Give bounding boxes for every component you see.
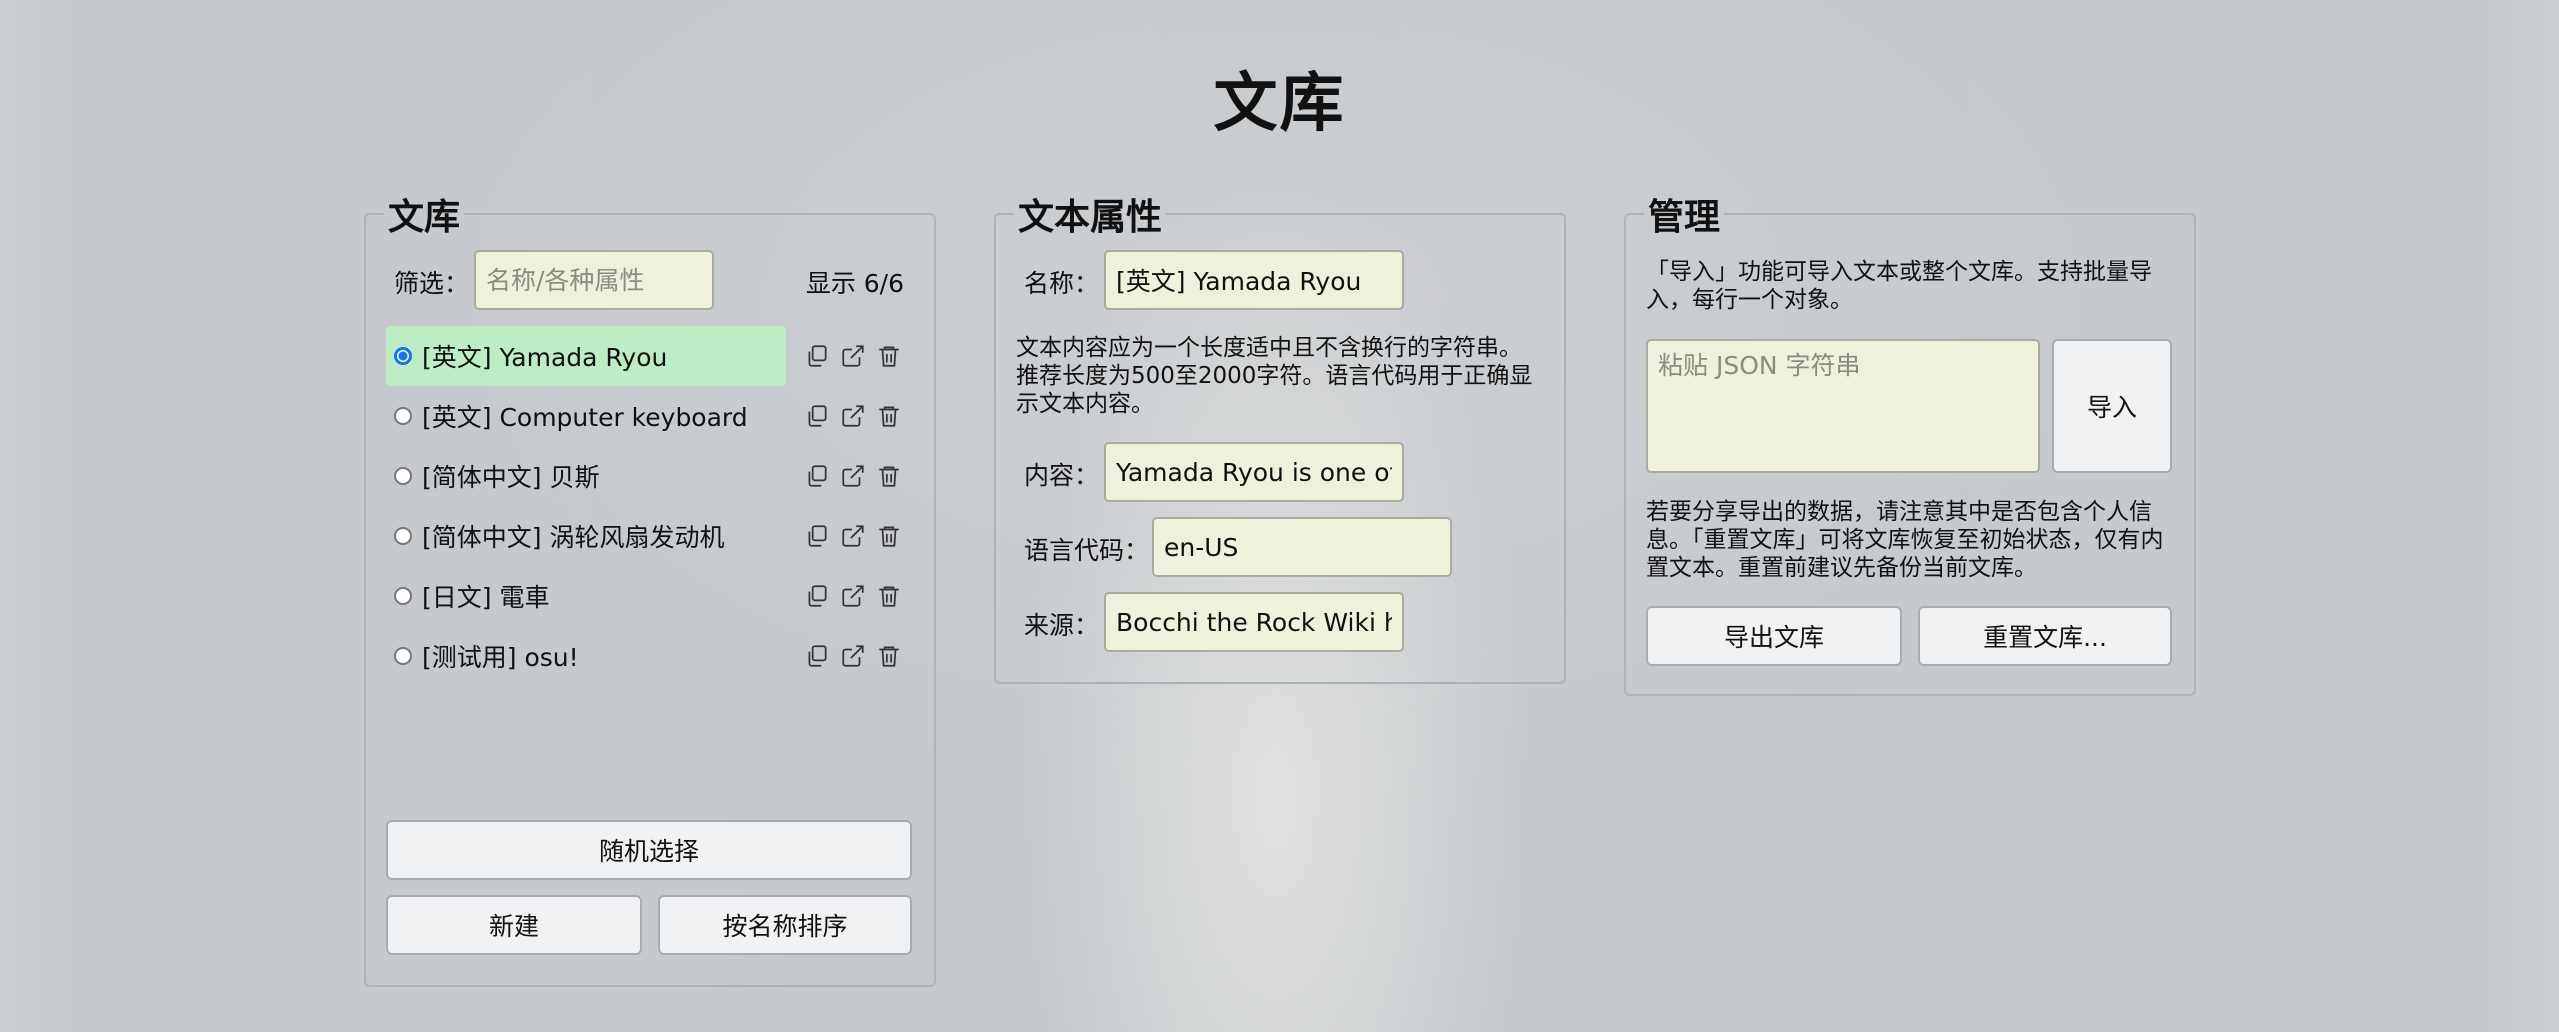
item-label: [简体中文] 贝斯 (422, 463, 600, 492)
item-actions (804, 626, 902, 686)
filter-label: 筛选： (394, 269, 470, 298)
item-label: [英文] Yamada Ryou (422, 343, 668, 372)
item-actions (804, 566, 902, 626)
copy-icon[interactable] (804, 583, 830, 609)
item-radio[interactable] (394, 347, 412, 365)
external-link-icon[interactable] (840, 643, 866, 669)
item-radio[interactable] (394, 467, 412, 485)
list-item[interactable]: [英文] Yamada Ryou (386, 326, 786, 386)
item-actions (804, 446, 902, 506)
trash-icon[interactable] (876, 343, 902, 369)
list-item[interactable]: [日文] 電車 (386, 566, 786, 626)
trash-icon[interactable] (876, 643, 902, 669)
item-label: [简体中文] 涡轮风扇发动机 (422, 523, 725, 552)
item-label: [日文] 電車 (422, 583, 550, 612)
count-text: 显示 6/6 (805, 269, 904, 298)
share-hint: 若要分享导出的数据，请注意其中是否包含个人信息。「重置文库」可将文库恢复至初始状… (1646, 499, 2164, 581)
page-title: 文库 (1213, 67, 1346, 141)
export-library-button[interactable]: 导出文库 (1646, 606, 1902, 666)
item-actions (804, 326, 902, 386)
language-code-label: 语言代码： (1024, 536, 1150, 565)
reset-library-button[interactable]: 重置文库... (1918, 606, 2172, 666)
external-link-icon[interactable] (840, 403, 866, 429)
language-code-input[interactable] (1152, 517, 1452, 577)
import-hint: 「导入」功能可导入文本或整个文库。支持批量导入，每行一个对象。 (1646, 259, 2152, 313)
copy-icon[interactable] (804, 403, 830, 429)
trash-icon[interactable] (876, 403, 902, 429)
trash-icon[interactable] (876, 463, 902, 489)
external-link-icon[interactable] (840, 523, 866, 549)
trash-icon[interactable] (876, 523, 902, 549)
copy-icon[interactable] (804, 463, 830, 489)
import-button[interactable]: 导入 (2052, 339, 2172, 473)
item-label: [测试用] osu! (422, 643, 579, 672)
source-input[interactable] (1104, 592, 1404, 652)
library-content: 筛选： 显示 6/6 [英文] Yamada Ryou [英文] Computer… (366, 226, 934, 986)
item-radio[interactable] (394, 527, 412, 545)
copy-icon[interactable] (804, 343, 830, 369)
item-label: [英文] Computer keyboard (422, 403, 748, 432)
item-radio[interactable] (394, 647, 412, 665)
trash-icon[interactable] (876, 583, 902, 609)
content-input[interactable] (1104, 442, 1404, 502)
new-button[interactable]: 新建 (386, 895, 642, 955)
external-link-icon[interactable] (840, 343, 866, 369)
random-select-button[interactable]: 随机选择 (386, 820, 912, 880)
source-label: 来源： (1024, 611, 1100, 640)
item-actions (804, 506, 902, 566)
filter-input[interactable] (474, 250, 714, 310)
manage-content: 「导入」功能可导入文本或整个文库。支持批量导入，每行一个对象。 导入 若要分享导… (1626, 226, 2194, 696)
content-label: 内容： (1024, 461, 1100, 490)
item-actions (804, 386, 902, 446)
properties-content: 名称： 文本内容应为一个长度适中且不含换行的字符串。推荐长度为500至2000字… (996, 226, 1564, 686)
name-label: 名称： (1024, 269, 1100, 298)
external-link-icon[interactable] (840, 583, 866, 609)
list-item[interactable]: [简体中文] 贝斯 (386, 446, 786, 506)
sort-by-name-button[interactable]: 按名称排序 (658, 895, 912, 955)
content-hint: 文本内容应为一个长度适中且不含换行的字符串。推荐长度为500至2000字符。语言… (1016, 335, 1533, 417)
json-input[interactable] (1646, 339, 2040, 473)
list-item[interactable]: [简体中文] 涡轮风扇发动机 (386, 506, 786, 566)
list-item[interactable]: [英文] Computer keyboard (386, 386, 786, 446)
name-input[interactable] (1104, 250, 1404, 310)
copy-icon[interactable] (804, 643, 830, 669)
item-radio[interactable] (394, 407, 412, 425)
external-link-icon[interactable] (840, 463, 866, 489)
copy-icon[interactable] (804, 523, 830, 549)
list-item[interactable]: [测试用] osu! (386, 626, 786, 686)
item-radio[interactable] (394, 587, 412, 605)
